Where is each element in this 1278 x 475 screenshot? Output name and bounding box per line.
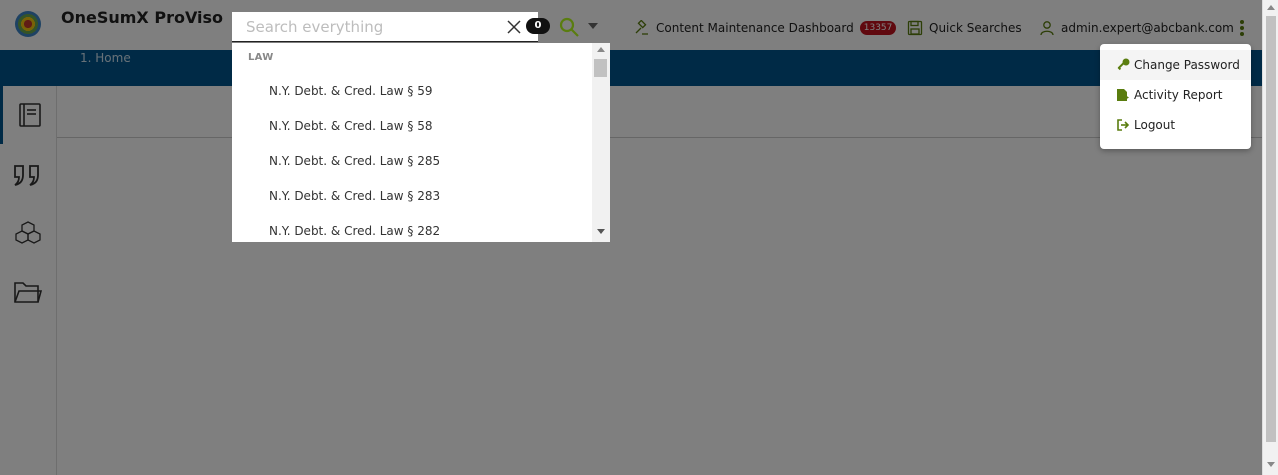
clear-search-icon[interactable] [505, 18, 523, 36]
logout-icon [1117, 119, 1130, 131]
key-icon [1117, 58, 1130, 71]
search-input[interactable] [246, 15, 496, 39]
logout-menu-item[interactable]: Logout [1100, 110, 1251, 140]
modal-overlay[interactable] [0, 0, 1262, 475]
scrollbar-thumb[interactable] [594, 59, 607, 77]
scroll-down-icon[interactable] [1267, 462, 1275, 467]
result-item[interactable]: N.Y. Debt. & Cred. Law § 59 [269, 84, 433, 98]
results-group-label: LAW [248, 52, 274, 63]
results-scrollbar[interactable] [592, 43, 610, 242]
result-item[interactable]: N.Y. Debt. & Cred. Law § 285 [269, 154, 440, 168]
change-password-menu-item[interactable]: Change Password [1100, 50, 1251, 80]
user-menu: Change Password Activity Report Logout [1100, 44, 1251, 149]
scroll-up-icon[interactable] [597, 47, 605, 52]
menu-item-label: Logout [1134, 118, 1176, 132]
result-item[interactable]: N.Y. Debt. & Cred. Law § 58 [269, 119, 433, 133]
activity-report-menu-item[interactable]: Activity Report [1100, 80, 1251, 110]
search-results-dropdown: LAW N.Y. Debt. & Cred. Law § 59 N.Y. Deb… [232, 43, 610, 242]
search-icon[interactable] [558, 16, 580, 38]
search-box [232, 12, 538, 42]
search-result-count-badge: 0 [526, 18, 550, 34]
menu-item-label: Activity Report [1134, 88, 1223, 102]
page-scrollbar[interactable] [1262, 0, 1278, 475]
result-item[interactable]: N.Y. Debt. & Cred. Law § 283 [269, 189, 440, 203]
scrollbar-thumb[interactable] [1266, 16, 1276, 442]
scroll-down-icon[interactable] [597, 229, 605, 234]
menu-item-label: Change Password [1134, 58, 1240, 72]
result-item[interactable]: N.Y. Debt. & Cred. Law § 282 [269, 224, 440, 238]
scroll-up-icon[interactable] [1267, 5, 1275, 10]
chevron-down-icon[interactable] [588, 22, 598, 30]
report-icon [1117, 89, 1129, 101]
